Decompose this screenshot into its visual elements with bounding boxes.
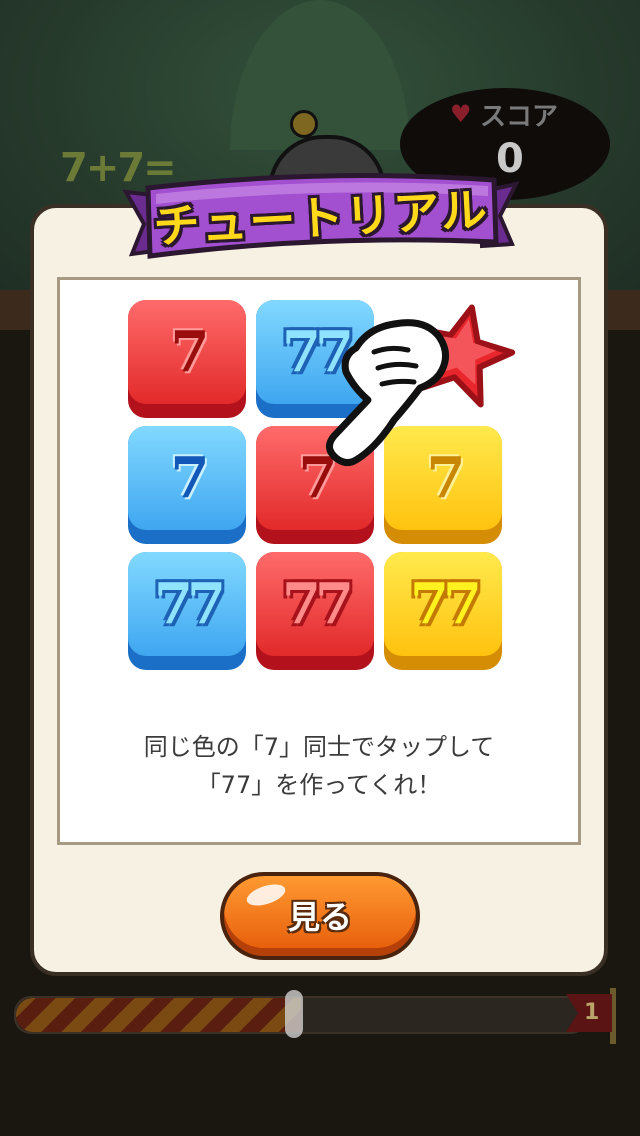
tile-blue-77[interactable]: 77 xyxy=(128,552,246,670)
instruction-line-2: 「77」を作ってくれ！ xyxy=(196,771,442,799)
tutorial-title-ribbon: チュートリアル xyxy=(122,170,520,262)
progress-sparkle-icon xyxy=(285,990,303,1038)
level-progress-fill xyxy=(16,998,301,1032)
instruction-line-1: 同じ色の「7」同士でタップして xyxy=(143,733,495,761)
tile-glyph: 77 xyxy=(282,571,354,637)
score-label: スコア xyxy=(480,102,559,132)
tile-red-77[interactable]: 77 xyxy=(256,552,374,670)
tile-yellow-77[interactable]: 77 xyxy=(384,552,502,670)
mascot-flower-icon xyxy=(290,110,318,138)
tile-red-7[interactable]: 7 xyxy=(128,300,246,418)
tile-glyph: 7 xyxy=(170,445,210,511)
watch-button[interactable]: 見る xyxy=(220,872,420,960)
tutorial-instruction: 同じ色の「7」同士でタップして 「77」を作ってくれ！ xyxy=(60,728,578,804)
watch-button-label: 見る xyxy=(287,898,352,936)
tile-glyph: 77 xyxy=(410,571,482,637)
heart-icon: ♥ xyxy=(450,100,472,128)
tile-blue-7[interactable]: 7 xyxy=(128,426,246,544)
level-number: 1 xyxy=(584,1000,600,1025)
tile-glyph: 7 xyxy=(170,319,210,385)
tile-glyph: 77 xyxy=(154,571,226,637)
pointing-hand-icon xyxy=(326,319,449,467)
